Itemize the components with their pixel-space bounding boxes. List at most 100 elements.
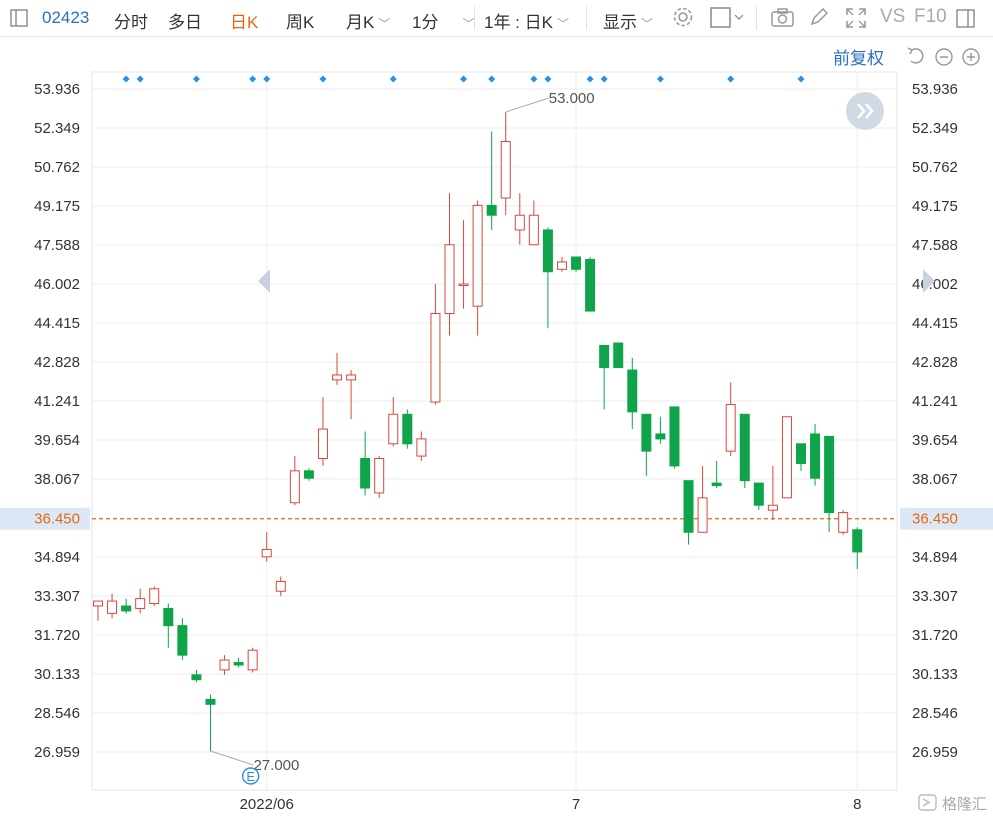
candle-body: [303, 470, 314, 479]
candle-body: [374, 458, 385, 494]
y-tick-label-right: 28.546: [912, 705, 958, 722]
candle-body: [514, 214, 525, 231]
candle-body: [852, 529, 863, 553]
candle-body: [739, 413, 750, 482]
candle-body: [571, 256, 582, 270]
candle-body: [247, 649, 258, 671]
pan-left-arrow-icon[interactable]: [256, 268, 272, 294]
candle-body: [135, 598, 146, 609]
candle-body: [93, 600, 103, 607]
candle-body: [177, 625, 188, 656]
y-tick-label-left: 38.067: [34, 471, 80, 488]
y-tick-label-right: 26.959: [912, 744, 958, 761]
candle-body: [697, 497, 708, 533]
candle-body: [627, 369, 638, 413]
candle-body: [683, 480, 694, 533]
y-tick-label-right: 47.588: [912, 237, 958, 254]
pan-right-arrow-icon[interactable]: [921, 268, 937, 294]
candle-body: [542, 229, 553, 273]
candle-body: [753, 482, 764, 506]
dividend-marker-icon: [600, 75, 608, 83]
y-tick-label-left: 28.546: [34, 705, 80, 722]
annotation-leader: [505, 97, 549, 113]
y-tick-label-right: 44.415: [912, 315, 958, 332]
dividend-marker-icon: [488, 75, 496, 83]
candle-body: [669, 406, 680, 467]
candle-body: [163, 607, 174, 627]
candle-body: [585, 258, 596, 312]
candle-body: [388, 413, 399, 445]
candle-body: [500, 140, 511, 199]
y-tick-label-left: 39.654: [34, 432, 80, 449]
candle-body: [444, 244, 455, 315]
x-tick-label: 7: [572, 796, 580, 813]
scroll-right-button[interactable]: [844, 90, 886, 132]
y-tick-label-right: 33.307: [912, 588, 958, 605]
candle-body: [332, 374, 343, 381]
candle-body: [289, 470, 300, 504]
y-tick-label-left: 33.307: [34, 588, 80, 605]
candle-body: [261, 548, 272, 558]
candle-body: [486, 204, 497, 216]
candle-body: [838, 512, 849, 533]
y-tick-label-right: 31.720: [912, 627, 958, 644]
candle-body: [360, 458, 371, 489]
y-tick-label-left: 41.241: [34, 393, 80, 410]
candle-body: [121, 605, 132, 612]
candle-body: [767, 504, 778, 511]
dividend-marker-icon: [656, 75, 664, 83]
dividend-marker-icon: [460, 75, 468, 83]
y-tick-label-right: 53.936: [912, 81, 958, 98]
event-marker-label: E: [246, 769, 255, 784]
y-tick-label-right: 50.762: [912, 159, 958, 176]
dividend-marker-icon: [586, 75, 594, 83]
y-tick-label-right: 36.450: [912, 511, 958, 528]
candle-body: [317, 428, 328, 460]
candle-body: [655, 433, 666, 440]
candle-body: [781, 416, 792, 499]
y-tick-label-left: 31.720: [34, 627, 80, 644]
dividend-marker-icon: [136, 75, 144, 83]
dividend-marker-icon: [727, 75, 735, 83]
candle-body: [824, 435, 835, 514]
candle-body: [430, 313, 441, 403]
candle-body: [346, 374, 357, 381]
y-tick-label-left: 47.588: [34, 237, 80, 254]
dividend-marker-icon: [797, 75, 805, 83]
annotation-label: 27.000: [253, 757, 299, 774]
y-tick-label-left: 50.762: [34, 159, 80, 176]
y-tick-label-left: 44.415: [34, 315, 80, 332]
dividend-marker-icon: [389, 75, 397, 83]
candle-body: [416, 438, 427, 457]
y-tick-label-right: 34.894: [912, 549, 958, 566]
candle-body: [205, 698, 216, 705]
candle-body: [191, 674, 202, 681]
x-tick-label: 8: [853, 796, 861, 813]
y-tick-label-right: 52.349: [912, 120, 958, 137]
y-tick-label-right: 49.175: [912, 198, 958, 215]
y-tick-label-right: 41.241: [912, 393, 958, 410]
candle-body: [107, 600, 118, 614]
y-tick-label-left: 53.936: [34, 81, 80, 98]
candle-body: [458, 283, 469, 287]
annotation-leader: [210, 750, 254, 766]
candle-body: [233, 662, 244, 666]
candle-body: [599, 344, 610, 369]
y-tick-label-left: 52.349: [34, 120, 80, 137]
dividend-marker-icon: [319, 75, 327, 83]
watermark-text: 格隆汇: [941, 796, 987, 813]
watermark-logo: 格隆汇: [918, 793, 987, 814]
y-tick-label-left: 34.894: [34, 549, 80, 566]
y-tick-label-left: 49.175: [34, 198, 80, 215]
candle-body: [528, 214, 539, 246]
plot-frame: [91, 71, 898, 791]
dividend-marker-icon: [192, 75, 200, 83]
candle-body: [711, 482, 722, 487]
dividend-marker-icon: [530, 75, 538, 83]
annotation-label: 53.000: [549, 90, 595, 107]
dividend-marker-icon: [263, 75, 271, 83]
dividend-marker-icon: [122, 75, 130, 83]
candle-body: [275, 580, 286, 592]
candle-body: [149, 588, 160, 605]
candle-body: [556, 261, 567, 270]
